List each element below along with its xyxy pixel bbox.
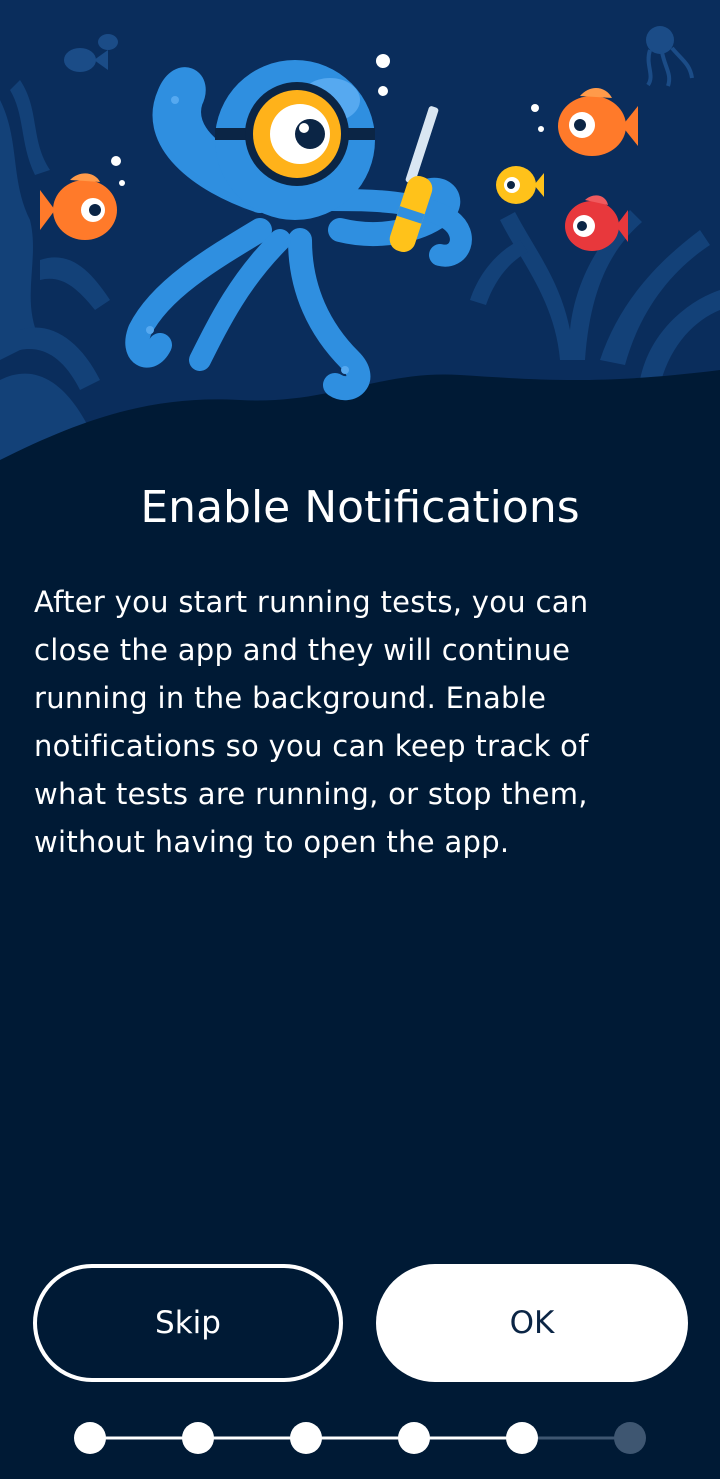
stepper-dot-5 xyxy=(506,1422,538,1454)
skip-button[interactable]: Skip xyxy=(33,1264,343,1382)
onboarding-screen: Enable Notifications After you start run… xyxy=(0,0,720,1479)
ok-button[interactable]: OK xyxy=(376,1264,688,1382)
description-text: After you start running tests, you can c… xyxy=(34,585,589,859)
stepper-dot-3 xyxy=(290,1422,322,1454)
skip-button-label: Skip xyxy=(155,1305,221,1341)
stepper-dot-6 xyxy=(614,1422,646,1454)
progress-stepper xyxy=(74,1422,646,1454)
octopus-illustration xyxy=(0,0,720,470)
stepper-dot-4 xyxy=(398,1422,430,1454)
page-title: Enable Notifications xyxy=(140,482,580,533)
stepper-dot-1 xyxy=(74,1422,106,1454)
stepper-dot-2 xyxy=(182,1422,214,1454)
ok-button-label: OK xyxy=(509,1305,555,1341)
